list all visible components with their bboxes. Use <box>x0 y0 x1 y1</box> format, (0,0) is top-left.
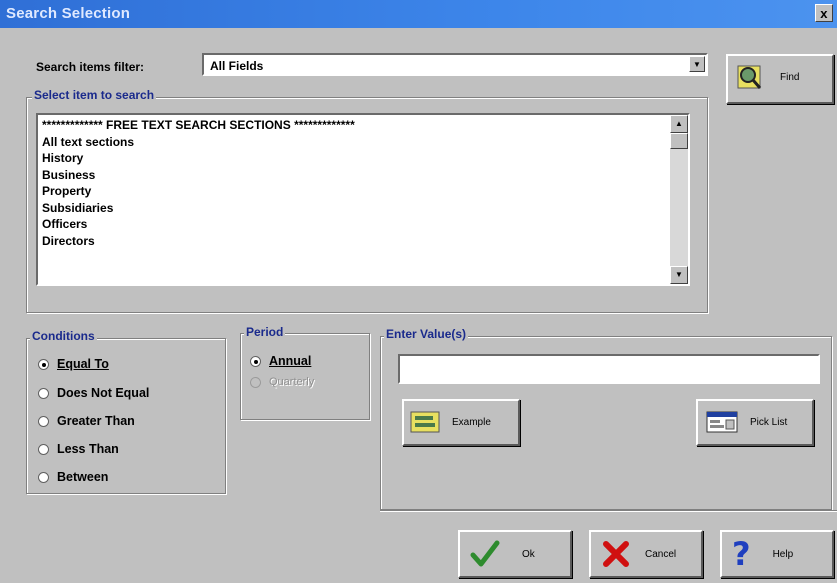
list-item[interactable]: Business <box>42 167 666 184</box>
list-item[interactable]: ************* FREE TEXT SEARCH SECTIONS … <box>42 117 666 134</box>
example-button[interactable]: Example <box>402 399 520 446</box>
select-item-label: Select item to search <box>32 88 157 102</box>
radio-between[interactable]: Between <box>38 470 108 484</box>
find-button[interactable]: Find <box>726 54 834 104</box>
radio-icon[interactable] <box>38 471 49 483</box>
list-item[interactable]: Subsidiaries <box>42 200 666 217</box>
scroll-down-icon[interactable]: ▼ <box>670 266 688 284</box>
magnifier-icon <box>737 65 762 89</box>
period-label: Period <box>244 325 286 339</box>
scroll-up-icon[interactable]: ▲ <box>670 115 688 133</box>
radio-annual[interactable]: Annual <box>250 354 311 368</box>
radio-greater-than[interactable]: Greater Than <box>38 414 135 428</box>
close-button[interactable]: x <box>815 4 833 22</box>
pick-list-label: Pick List <box>750 416 788 428</box>
radio-icon <box>250 376 261 388</box>
list-item[interactable]: Directors <box>42 233 666 250</box>
radio-icon[interactable] <box>38 387 49 399</box>
radio-selected-icon[interactable] <box>38 358 49 370</box>
radio-selected-icon[interactable] <box>250 355 261 367</box>
value-input[interactable] <box>398 354 820 384</box>
radio-label: Equal To <box>57 357 109 371</box>
cancel-label: Cancel <box>645 548 677 560</box>
radio-label: Does Not Equal <box>57 386 150 400</box>
radio-less-than[interactable]: Less Than <box>38 442 119 456</box>
example-label: Example <box>452 416 491 428</box>
radio-icon[interactable] <box>38 415 49 427</box>
scroll-thumb[interactable] <box>670 133 688 149</box>
list-item[interactable]: Property <box>42 183 666 200</box>
conditions-label: Conditions <box>30 329 97 343</box>
help-label: Help <box>772 548 794 560</box>
question-mark-icon: ? <box>732 535 751 573</box>
filter-value: All Fields <box>210 59 264 73</box>
pick-list-button[interactable]: Pick List <box>696 399 814 446</box>
footer-divider <box>380 510 837 512</box>
chevron-down-icon[interactable]: ▼ <box>689 56 705 72</box>
items-list: ************* FREE TEXT SEARCH SECTIONS … <box>42 117 666 249</box>
list-item[interactable]: History <box>42 150 666 167</box>
example-icon <box>410 411 440 433</box>
title-bar: Search Selection x <box>0 0 837 28</box>
window-title: Search Selection <box>6 5 131 22</box>
list-item[interactable]: All text sections <box>42 134 666 151</box>
list-scrollbar[interactable]: ▲ ▼ <box>670 115 688 284</box>
cancel-x-icon <box>603 541 629 567</box>
radio-label: Quarterly <box>269 376 315 388</box>
radio-icon[interactable] <box>38 443 49 455</box>
cancel-button[interactable]: Cancel <box>589 530 703 578</box>
values-label: Enter Value(s) <box>384 327 469 341</box>
ok-button[interactable]: Ok <box>458 530 572 578</box>
radio-does-not-equal[interactable]: Does Not Equal <box>38 386 149 400</box>
pick-list-icon <box>706 411 738 433</box>
items-listbox[interactable]: ************* FREE TEXT SEARCH SECTIONS … <box>36 113 690 286</box>
radio-equal-to[interactable]: Equal To <box>38 357 109 371</box>
filter-label: Search items filter: <box>36 60 145 74</box>
find-label: Find <box>780 71 800 83</box>
radio-label: Annual <box>269 354 312 368</box>
ok-label: Ok <box>522 548 535 560</box>
filter-combobox[interactable]: All Fields ▼ <box>202 53 708 76</box>
radio-label: Greater Than <box>57 414 135 428</box>
help-button[interactable]: ? Help <box>720 530 834 578</box>
checkmark-icon <box>470 540 500 567</box>
list-item[interactable]: Officers <box>42 216 666 233</box>
radio-label: Between <box>57 470 109 484</box>
radio-label: Less Than <box>57 442 119 456</box>
radio-quarterly: Quarterly <box>250 376 314 388</box>
